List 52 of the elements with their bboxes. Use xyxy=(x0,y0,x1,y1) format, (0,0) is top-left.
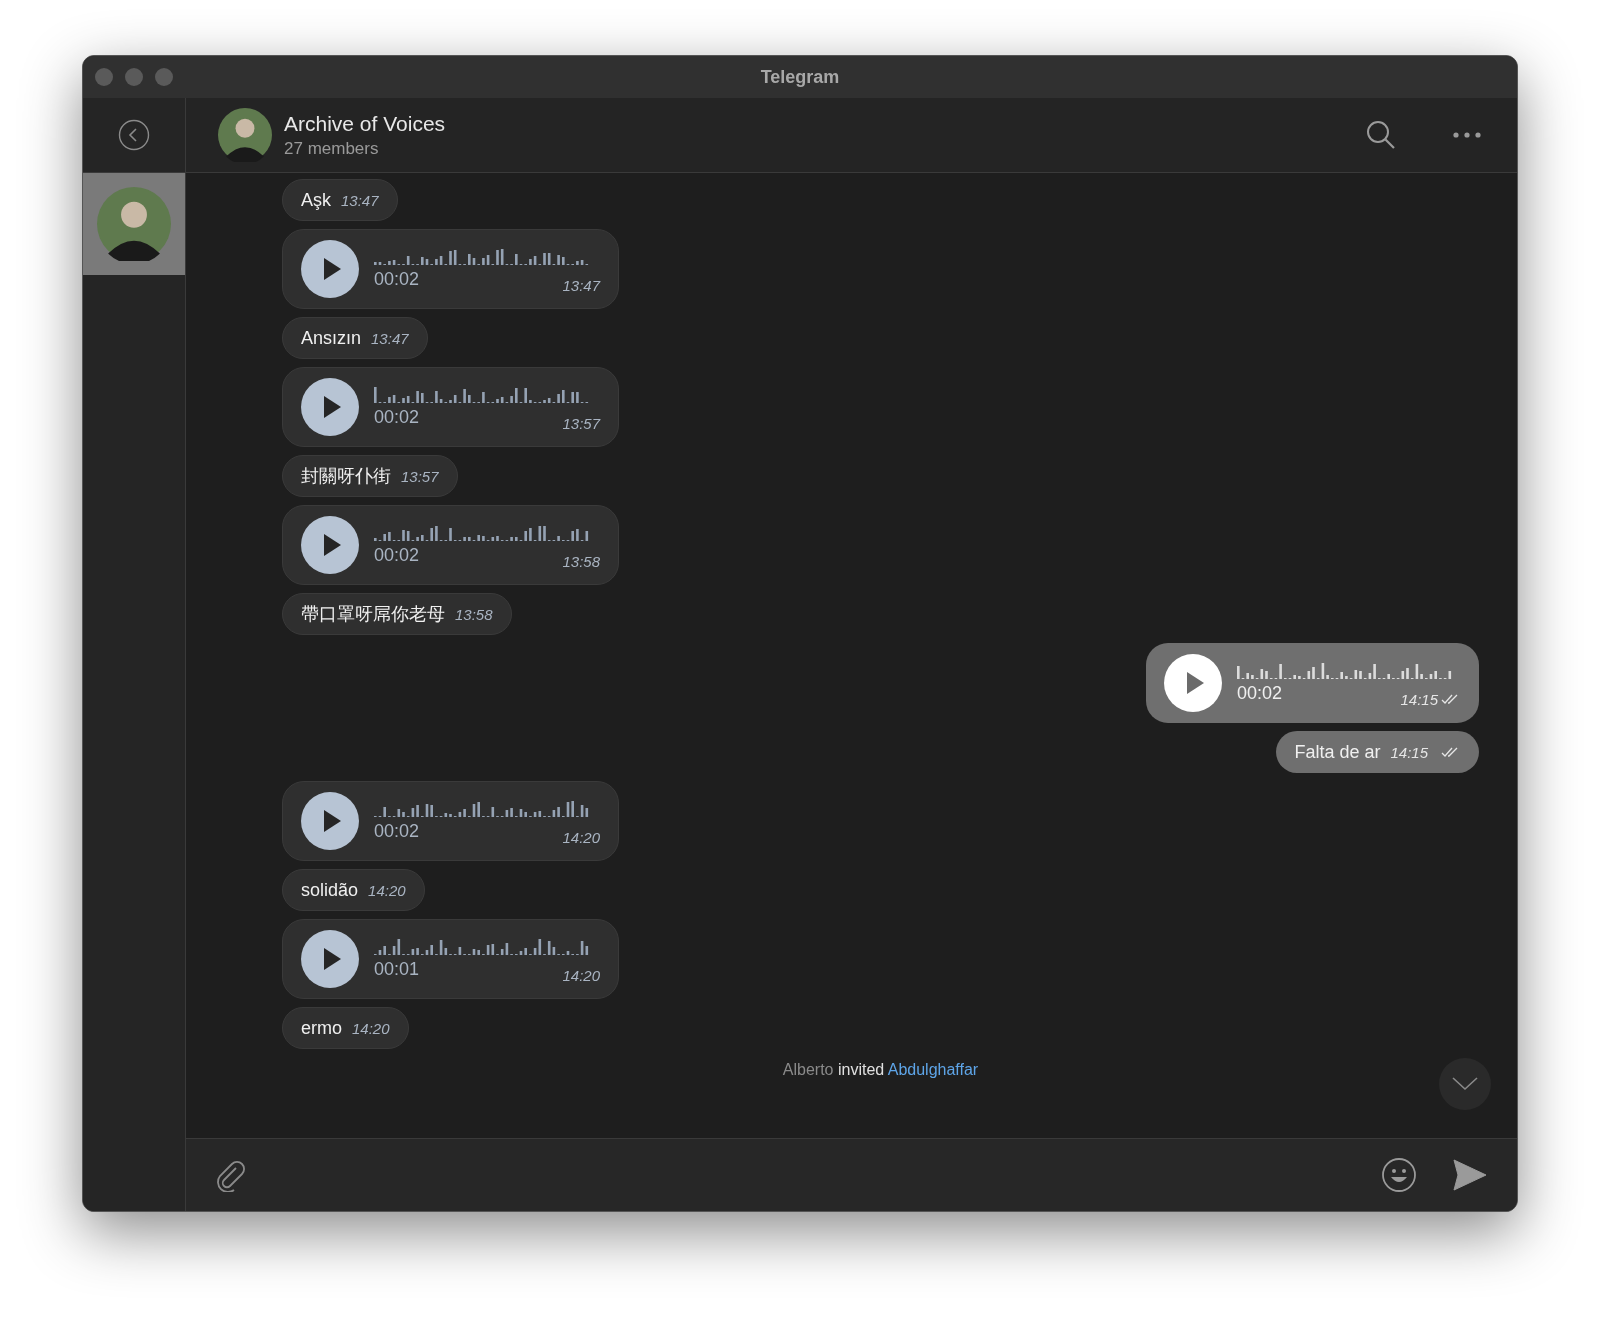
play-button[interactable] xyxy=(301,930,359,988)
message-time: 13:57 xyxy=(401,467,439,485)
message-text: 封關呀仆街 xyxy=(301,465,391,488)
play-button[interactable] xyxy=(301,792,359,850)
message-text: Aşk xyxy=(301,189,331,211)
message-time: 14:20 xyxy=(562,828,600,846)
message-text: Ansızın xyxy=(301,327,362,349)
voice-duration: 00:02 xyxy=(1237,682,1283,704)
message-text: solidão xyxy=(301,879,359,901)
chat-title: Archive of Voices xyxy=(284,111,446,136)
service-message: Alberto invited Abdulghaffar xyxy=(782,1061,979,1078)
play-button[interactable] xyxy=(301,516,359,574)
waveform-icon xyxy=(374,800,590,817)
message-time: 14:20 xyxy=(562,966,600,984)
chat-item[interactable] xyxy=(83,173,185,275)
message-time: 13:57 xyxy=(562,414,600,432)
voice-duration: 00:02 xyxy=(374,406,420,428)
message-text: ermo xyxy=(301,1017,342,1039)
message-time: 14:15 xyxy=(1400,690,1438,708)
message-time: 13:58 xyxy=(562,552,600,570)
paperclip-icon[interactable] xyxy=(214,1158,246,1192)
avatar-icon[interactable] xyxy=(218,108,272,162)
waveform-icon xyxy=(1237,662,1453,679)
play-button[interactable] xyxy=(301,378,359,436)
voice-duration: 00:02 xyxy=(374,820,420,842)
play-button[interactable] xyxy=(1164,654,1222,712)
emoji-icon[interactable] xyxy=(1381,1157,1417,1193)
message-text: Falta de ar xyxy=(1294,741,1381,763)
message-time: 13:47 xyxy=(562,276,600,294)
more-icon[interactable] xyxy=(1453,132,1481,138)
message-time: 13:47 xyxy=(341,191,379,209)
message-text: 帶口罩呀屌你老母 xyxy=(301,603,445,626)
avatar-icon xyxy=(97,187,171,261)
send-icon[interactable] xyxy=(1453,1159,1487,1191)
voice-duration: 00:02 xyxy=(374,544,420,566)
message-time: 14:20 xyxy=(368,881,406,899)
message-time: 14:20 xyxy=(352,1019,390,1037)
chevron-down-icon xyxy=(1452,1077,1478,1091)
waveform-icon xyxy=(374,386,590,403)
message-time: 13:58 xyxy=(455,605,493,623)
voice-duration: 00:01 xyxy=(374,958,420,980)
waveform-icon xyxy=(374,938,590,955)
search-icon[interactable] xyxy=(1365,119,1397,151)
window-title: Telegram xyxy=(760,66,840,88)
member-count: 27 members xyxy=(284,138,380,159)
message-time: 14:15 xyxy=(1390,743,1428,761)
waveform-icon xyxy=(374,524,590,541)
waveform-icon xyxy=(374,248,590,265)
play-button[interactable] xyxy=(301,240,359,298)
message-time: 13:47 xyxy=(371,329,409,347)
voice-duration: 00:02 xyxy=(374,268,420,290)
back-icon[interactable] xyxy=(118,119,150,151)
